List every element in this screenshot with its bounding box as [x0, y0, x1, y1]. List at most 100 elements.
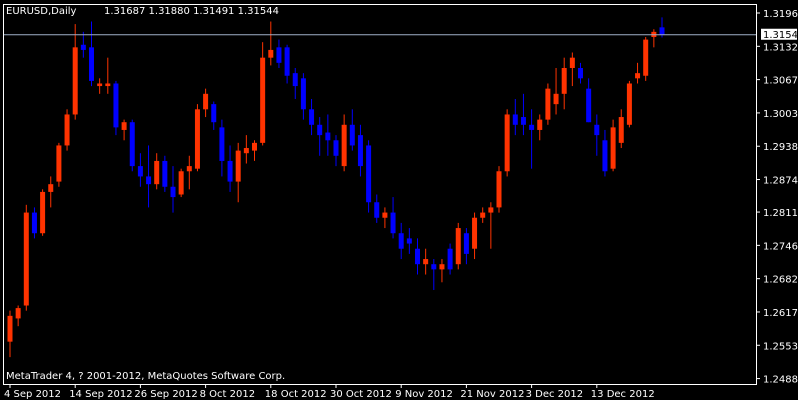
- candle-body: [586, 88, 592, 123]
- candle-body: [439, 264, 445, 270]
- candle-body: [341, 124, 347, 167]
- price-tick-label: 1.26820: [763, 275, 798, 286]
- candle-body: [415, 248, 420, 265]
- candle-body: [659, 27, 665, 35]
- candle-body: [137, 166, 143, 177]
- candle-body: [537, 119, 543, 130]
- candle-body: [463, 233, 469, 254]
- price-tick-label: 1.25530: [763, 341, 798, 352]
- chart-background: [0, 0, 798, 400]
- candle: [56, 142, 62, 187]
- price-tick-label: 1.24885: [763, 375, 798, 386]
- price-tick-label: 1.30030: [763, 109, 798, 120]
- candle: [113, 80, 119, 136]
- candle-body: [366, 145, 372, 203]
- candle-body: [48, 184, 54, 192]
- candle-body: [252, 142, 257, 151]
- candle: [610, 119, 616, 172]
- date-tick-label: 9 Nov 2012: [395, 389, 453, 400]
- date-tick-label: 3 Dec 2012: [526, 389, 584, 400]
- date-tick-label: 21 Nov 2012: [460, 389, 524, 400]
- candle: [40, 189, 46, 236]
- candle-body: [488, 207, 494, 213]
- candle-body: [227, 160, 233, 182]
- candle-body: [333, 140, 339, 156]
- price-tick-label: 1.28740: [763, 176, 798, 187]
- candle-body: [146, 176, 152, 185]
- candle-body: [203, 93, 209, 110]
- candle-body: [178, 171, 184, 195]
- candle-body: [529, 124, 535, 130]
- price-tick-label: 1.26175: [763, 308, 798, 319]
- candle-body: [219, 127, 225, 161]
- chart-header-ohlc: 1.31687 1.31880 1.31491 1.31544: [104, 6, 279, 17]
- candle-body: [504, 114, 510, 172]
- date-tick-label: 14 Sep 2012: [69, 389, 132, 400]
- candle: [23, 204, 29, 311]
- chart-header-symbol: EURUSD,Daily: [6, 6, 77, 17]
- date-tick-label: 26 Sep 2012: [134, 389, 197, 400]
- candle: [64, 109, 70, 151]
- candle-body: [561, 67, 567, 94]
- candle-body: [113, 83, 119, 128]
- copyright-text: MetaTrader 4, ? 2001-2012, MetaQuotes So…: [6, 371, 285, 382]
- date-tick-label: 8 Oct 2012: [200, 389, 255, 400]
- candle: [162, 155, 168, 192]
- candle-body: [325, 132, 331, 141]
- candle-body: [268, 49, 274, 58]
- candle-body: [23, 212, 29, 306]
- candle-body: [349, 124, 355, 146]
- candle-body: [626, 83, 632, 125]
- candle: [496, 166, 502, 213]
- candle-body: [260, 57, 266, 143]
- candle-body: [211, 104, 217, 123]
- candle: [129, 119, 135, 172]
- candle-body: [406, 238, 412, 244]
- candle: [643, 37, 649, 81]
- candle-body: [569, 57, 575, 68]
- candle-body: [162, 160, 168, 187]
- price-tick-label: 1.31320: [763, 42, 798, 53]
- candle-body: [618, 117, 624, 143]
- candle-body: [276, 47, 282, 63]
- candle-body: [243, 148, 249, 154]
- candle-body: [170, 186, 176, 198]
- candle: [545, 83, 551, 125]
- candle-body: [64, 114, 70, 146]
- candle-body: [643, 39, 649, 76]
- candle-body: [472, 217, 478, 249]
- candle-body: [89, 47, 94, 81]
- candle-body: [602, 140, 608, 172]
- candle: [455, 222, 461, 270]
- candle-body: [431, 264, 437, 270]
- candle-body: [309, 109, 315, 125]
- candle-body: [382, 212, 388, 218]
- candle-body: [545, 88, 551, 120]
- candle-body: [610, 127, 616, 169]
- candle-body: [292, 73, 298, 87]
- price-tick-label: 1.30675: [763, 76, 798, 87]
- candle: [178, 168, 184, 198]
- candle-body: [635, 73, 641, 79]
- candle-body: [284, 47, 290, 76]
- price-chart[interactable]: 1.31965 1.31320 1.30675 1.30030 1.29385 1.287…: [0, 0, 798, 400]
- candle-body: [40, 191, 46, 234]
- candle-body: [496, 171, 502, 208]
- candle-body: [512, 114, 518, 125]
- candle-body: [31, 212, 37, 234]
- candle-body: [578, 67, 583, 79]
- candle-body: [56, 145, 62, 182]
- candle: [260, 42, 266, 146]
- candle-body: [480, 212, 486, 218]
- candle-body: [423, 259, 429, 265]
- candle-body: [194, 109, 200, 169]
- date-tick-label: 30 Oct 2012: [330, 389, 392, 400]
- candle-body: [121, 122, 127, 130]
- date-tick-label: 4 Sep 2012: [4, 389, 61, 400]
- candle-body: [300, 78, 306, 110]
- candle-body: [553, 93, 559, 105]
- candle-body: [7, 315, 13, 342]
- candle-body: [520, 117, 526, 125]
- candle-body: [154, 160, 160, 185]
- candle-body: [15, 308, 21, 319]
